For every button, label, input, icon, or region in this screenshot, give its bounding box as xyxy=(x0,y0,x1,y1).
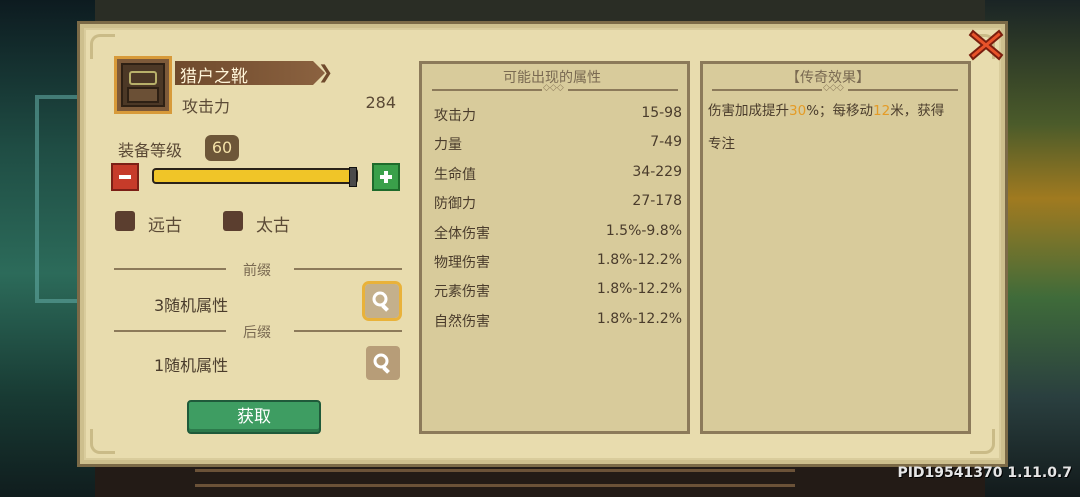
magnifier-icon xyxy=(372,291,389,312)
panel-corner-ornament xyxy=(970,429,995,454)
diamond-ornament-icon: ◇◇◇ xyxy=(543,83,564,93)
prefix-label: 前缀 xyxy=(243,263,271,279)
level-slider-handle[interactable] xyxy=(349,167,357,187)
ancient-label: 远古 xyxy=(148,216,182,236)
item-stat-value: 284 xyxy=(365,93,396,112)
attribute-name: 自然伤害 xyxy=(434,314,490,330)
prefix-search-button[interactable] xyxy=(362,281,402,321)
legendary-effect-line2: 专注 xyxy=(708,136,735,152)
level-decrease-button[interactable] xyxy=(111,163,139,191)
diamond-ornament-icon: ◇◇◇ xyxy=(823,83,844,93)
item-icon-frame xyxy=(114,56,172,114)
attribute-range: 1.5%-9.8% xyxy=(605,223,682,239)
attribute-name: 防御力 xyxy=(434,196,476,212)
prefix-divider-right xyxy=(294,268,402,270)
attribute-name: 攻击力 xyxy=(434,108,476,124)
boots-icon xyxy=(121,63,165,107)
legendary-effect-line1: 伤害加成提升30%；每移动12米，获得 xyxy=(708,103,945,119)
close-button[interactable] xyxy=(966,26,1006,64)
attribute-name: 物理伤害 xyxy=(434,255,490,271)
title-rule-left xyxy=(432,89,542,91)
obtain-button[interactable]: 获取 xyxy=(187,400,321,434)
suffix-label: 后缀 xyxy=(243,325,271,341)
attribute-name: 全体伤害 xyxy=(434,226,490,242)
suffix-text: 1随机属性 xyxy=(154,356,229,375)
attribute-range: 27-178 xyxy=(632,193,682,209)
suffix-divider-right xyxy=(294,330,402,332)
plus-icon xyxy=(380,171,392,183)
title-rule-right xyxy=(568,89,678,91)
level-slider-fill xyxy=(154,170,356,182)
suffix-divider-left xyxy=(114,330,226,332)
level-slider[interactable] xyxy=(152,167,358,187)
version-label: PID19541370 1.11.0.7 xyxy=(897,465,1072,481)
equipment-level-label: 装备等级 xyxy=(118,141,183,160)
attribute-range: 34-229 xyxy=(632,164,682,180)
level-increase-button[interactable] xyxy=(372,163,400,191)
item-name: 猎户之靴 xyxy=(180,67,248,87)
attribute-range: 7-49 xyxy=(650,134,682,150)
primal-label: 太古 xyxy=(256,216,290,236)
minus-icon xyxy=(119,175,131,179)
prefix-divider-left xyxy=(114,268,226,270)
prefix-text: 3随机属性 xyxy=(154,296,229,315)
attribute-name: 力量 xyxy=(434,137,462,153)
item-stat-label: 攻击力 xyxy=(182,97,231,116)
title-rule-left xyxy=(712,89,822,91)
suffix-search-button[interactable] xyxy=(366,346,400,380)
magnifier-icon xyxy=(373,353,390,374)
panel-corner-ornament xyxy=(90,429,115,454)
chevron-right-icon: ❯ xyxy=(318,62,334,83)
attribute-range: 1.8%-12.2% xyxy=(596,252,682,268)
equipment-level-value: 60 xyxy=(205,135,239,161)
attribute-range: 15-98 xyxy=(641,105,682,121)
ancient-checkbox[interactable] xyxy=(115,211,135,231)
title-rule-right xyxy=(848,89,958,91)
attribute-name: 元素伤害 xyxy=(434,284,490,300)
panel-corner-ornament xyxy=(90,34,115,59)
attribute-name: 生命值 xyxy=(434,167,476,183)
attribute-range: 1.8%-12.2% xyxy=(596,311,682,327)
primal-checkbox[interactable] xyxy=(223,211,243,231)
close-icon xyxy=(968,29,1004,61)
attribute-range: 1.8%-12.2% xyxy=(596,281,682,297)
